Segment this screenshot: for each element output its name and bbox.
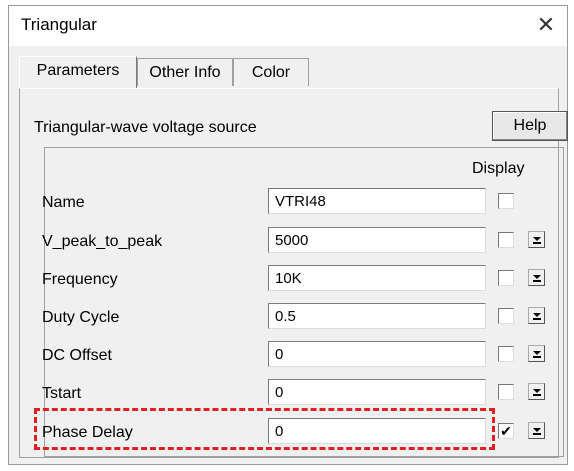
close-icon[interactable]: ✕ [531, 10, 561, 40]
window-title: Triangular [21, 15, 97, 34]
title-bar: Triangular ✕ [9, 6, 567, 46]
param-label-phase-delay: Phase Delay [42, 424, 133, 441]
param-input-phase-delay[interactable] [268, 418, 486, 444]
help-button[interactable]: Help [492, 111, 568, 141]
dropdown-v-peak-to-peak[interactable] [528, 231, 545, 248]
param-input-duty-cycle[interactable] [268, 303, 486, 329]
param-input-tstart[interactable] [268, 379, 486, 405]
param-label-v-peak-to-peak: V_peak_to_peak [42, 233, 163, 250]
display-checkbox-dc-offset[interactable] [498, 346, 514, 362]
dropdown-tstart[interactable] [528, 383, 545, 400]
dropdown-phase-delay[interactable] [528, 422, 545, 439]
display-checkbox-phase-delay[interactable]: ✔ [498, 423, 514, 439]
source-description: Triangular-wave voltage source [34, 119, 257, 136]
tab-strip: Parameters Other Info Color [19, 56, 559, 88]
param-input-name[interactable] [268, 188, 486, 214]
tab-parameters[interactable]: Parameters [19, 56, 137, 88]
tab-color[interactable]: Color [233, 58, 309, 86]
param-label-duty-cycle: Duty Cycle [42, 309, 120, 326]
chevron-down-icon [533, 428, 541, 432]
dropdown-duty-cycle[interactable] [528, 307, 545, 324]
display-checkbox-name[interactable] [498, 193, 514, 209]
chevron-down-icon [533, 313, 541, 317]
display-checkbox-v-peak-to-peak[interactable] [498, 232, 514, 248]
param-label-name: Name [42, 194, 85, 211]
display-checkbox-duty-cycle[interactable] [498, 308, 514, 324]
chevron-down-icon [533, 389, 541, 393]
display-column-header: Display [472, 160, 525, 177]
param-input-frequency[interactable] [268, 265, 486, 291]
chevron-down-icon [533, 237, 541, 241]
chevron-down-icon [533, 275, 541, 279]
display-checkbox-frequency[interactable] [498, 270, 514, 286]
dropdown-dc-offset[interactable] [528, 345, 545, 362]
param-input-dc-offset[interactable] [268, 341, 486, 367]
dropdown-frequency[interactable] [528, 269, 545, 286]
param-input-v-peak-to-peak[interactable] [268, 227, 486, 253]
param-label-frequency: Frequency [42, 271, 118, 288]
param-label-tstart: Tstart [42, 385, 82, 402]
display-checkbox-tstart[interactable] [498, 384, 514, 400]
param-label-dc-offset: DC Offset [42, 347, 112, 364]
chevron-down-icon [533, 351, 541, 355]
tab-other-info[interactable]: Other Info [137, 58, 233, 86]
